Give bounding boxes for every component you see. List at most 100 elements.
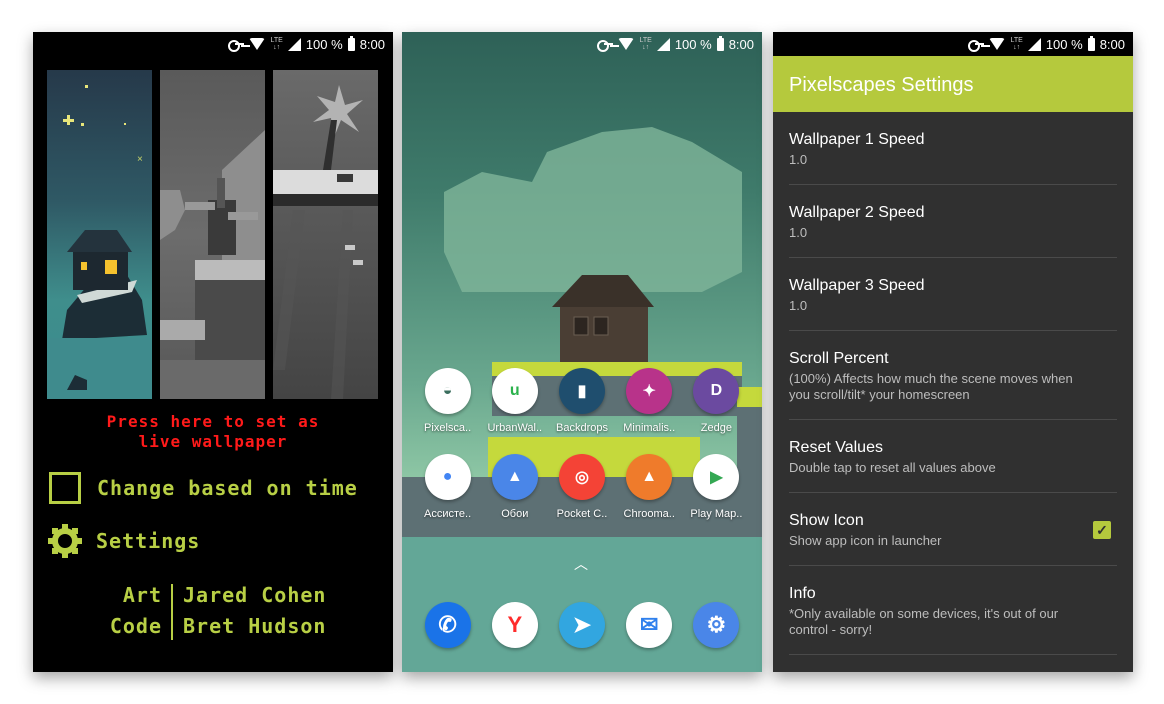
pixelscapes-icon: ◒ xyxy=(424,368,471,414)
windmill-preview[interactable] xyxy=(160,70,265,399)
cta-line-2: live wallpaper xyxy=(138,432,288,451)
windmill-art xyxy=(160,130,265,399)
pref-title: Wallpaper 3 Speed xyxy=(789,277,925,294)
night-island-art: × xyxy=(47,85,152,399)
home-screen: LTE ↓↑ 100 % 8:00 ◒ Pixelsca.. u UrbanWal.. ▮… xyxy=(402,32,762,672)
app-shortcut[interactable]: ● Ассисте.. xyxy=(414,454,481,520)
app-label: Pocket C.. xyxy=(556,508,608,520)
app-label: Pixelsca.. xyxy=(424,422,472,434)
assistant-icon: ● xyxy=(424,454,471,500)
settings-label: Settings xyxy=(96,529,201,553)
pref-summary: Show app icon in launcher xyxy=(789,533,942,548)
phone-icon[interactable]: ✆ xyxy=(424,602,471,648)
pref-show-icon[interactable]: Show Icon Show app icon in launcher ✓ xyxy=(789,493,1117,566)
pref-title: Show Icon xyxy=(789,512,864,529)
pref-summary: 1.0 xyxy=(789,152,808,167)
app-label: Play Map.. xyxy=(690,508,743,520)
night-island-preview[interactable]: × xyxy=(47,70,152,399)
app-shortcut[interactable]: ▲ Chrooma.. xyxy=(616,454,683,520)
pref-wallpaper-3-speed[interactable]: Wallpaper 3 Speed 1.0 xyxy=(789,258,1117,331)
app-shortcut[interactable]: ▶ Play Map.. xyxy=(683,454,750,520)
app-label: UrbanWal.. xyxy=(487,422,543,434)
status-bar: LTE ↓↑ 100 % 8:00 xyxy=(33,32,393,56)
app-bar: Pixelscapes Settings xyxy=(773,56,1133,112)
app-shortcut[interactable]: ✦ Minimalis.. xyxy=(616,368,683,434)
pocket-casts-icon: ◎ xyxy=(558,454,605,500)
lte-icon: LTE ↓↑ xyxy=(1010,37,1023,51)
lte-icon: LTE ↓↑ xyxy=(639,37,652,51)
battery-icon xyxy=(1087,35,1095,51)
palm-island-preview[interactable] xyxy=(273,70,378,399)
clock: 8:00 xyxy=(359,36,385,52)
credits-divider xyxy=(171,584,173,640)
chevron-up-icon[interactable]: ︿ xyxy=(574,554,588,574)
pref-wallpaper-2-speed[interactable]: Wallpaper 2 Speed 1.0 xyxy=(789,185,1117,258)
urbanwalls-icon: u xyxy=(491,368,538,414)
battery-percent: 100 % xyxy=(305,36,343,52)
status-bar: LTE ↓↑ 100 % 8:00 xyxy=(402,32,762,56)
gear-icon xyxy=(48,524,82,558)
pref-reset-values[interactable]: Reset Values Double tap to reset all val… xyxy=(789,420,1117,493)
pref-summary: (100%) Affects how much the scene moves … xyxy=(789,371,1073,402)
credit-name: Bret Hudson xyxy=(183,614,327,638)
battery-percent: 100 % xyxy=(674,36,712,52)
app-label: Обои xyxy=(501,508,529,520)
dock: ✆ Y ➤ ✉ ⚙ xyxy=(414,602,750,648)
wifi-icon xyxy=(618,38,635,50)
settings-button[interactable]: Settings xyxy=(48,524,200,558)
change-based-on-time-toggle[interactable]: Change based on time xyxy=(49,472,358,504)
svg-text:×: × xyxy=(137,154,143,165)
play-store-icon: ▶ xyxy=(693,454,740,500)
app-shortcut[interactable]: D Zedge xyxy=(683,368,750,434)
cta-line-1: Press here to set as xyxy=(106,412,320,431)
pref-wallpaper-1-speed[interactable]: Wallpaper 1 Speed 1.0 xyxy=(789,112,1117,185)
app-shortcut[interactable]: u UrbanWal.. xyxy=(481,368,548,434)
yandex-browser-icon[interactable]: Y xyxy=(491,602,538,648)
page-title: Pixelscapes Settings xyxy=(789,74,974,96)
signal-icon xyxy=(287,37,301,51)
credit-name: Jared Cohen xyxy=(183,583,327,607)
pref-title: Reset Values xyxy=(789,439,883,456)
checkmark-icon: ✓ xyxy=(1096,521,1108,538)
show-icon-checkbox[interactable]: ✓ xyxy=(1093,521,1111,539)
credit-role: Code xyxy=(109,614,162,638)
inbox-icon[interactable]: ✉ xyxy=(626,602,673,648)
app-shortcut[interactable]: ▮ Backdrops xyxy=(548,368,615,434)
telegram-icon[interactable]: ➤ xyxy=(558,602,605,648)
pref-scroll-percent[interactable]: Scroll Percent (100%) Affects how much t… xyxy=(789,331,1117,420)
palm-island-art xyxy=(273,85,378,399)
vpn-key-icon xyxy=(968,40,985,52)
minimalist-icon: ✦ xyxy=(626,368,673,414)
app-label: Chrooma.. xyxy=(623,508,675,520)
app-shortcut[interactable]: ◒ Pixelsca.. xyxy=(414,368,481,434)
settings-icon[interactable]: ⚙ xyxy=(693,602,740,648)
lte-icon: LTE ↓↑ xyxy=(270,37,283,51)
app-grid: ◒ Pixelsca.. u UrbanWal.. ▮ Backdrops ✦ Minimal… xyxy=(414,368,750,520)
app-shortcut[interactable]: ◎ Pocket C.. xyxy=(548,454,615,520)
pref-title: Wallpaper 1 Speed xyxy=(789,131,925,148)
status-bar: LTE ↓↑ 100 % 8:00 xyxy=(773,32,1133,56)
set-live-wallpaper-button[interactable]: Press here to set as live wallpaper xyxy=(33,412,393,452)
signal-icon xyxy=(1027,37,1041,51)
pref-title: Info xyxy=(789,585,816,602)
credit-role: Art xyxy=(122,583,162,607)
signal-icon xyxy=(656,37,670,51)
chrooma-icon: ▲ xyxy=(626,454,673,500)
preferences-list: Wallpaper 1 Speed 1.0 Wallpaper 2 Speed … xyxy=(789,112,1117,655)
live-wallpaper-scene xyxy=(402,127,762,672)
wallpaper-previews: × xyxy=(47,70,378,399)
pref-summary: Double tap to reset all values above xyxy=(789,460,996,475)
wallpapers-icon: ▲ xyxy=(491,454,538,500)
pref-info[interactable]: Info *Only available on some devices, it… xyxy=(789,566,1117,655)
pref-summary: 1.0 xyxy=(789,225,808,240)
app-shortcut[interactable]: ▲ Обои xyxy=(481,454,548,520)
credits: Art Jared Cohen Code Bret Hudson xyxy=(33,580,393,642)
app-label: Minimalis.. xyxy=(623,422,676,434)
pref-title: Wallpaper 2 Speed xyxy=(789,204,925,221)
vpn-key-icon xyxy=(597,40,614,52)
battery-percent: 100 % xyxy=(1045,36,1083,52)
app-label: Ассисте.. xyxy=(424,508,472,520)
change-based-on-time-checkbox[interactable] xyxy=(49,472,81,504)
app-label: Backdrops xyxy=(556,422,608,434)
battery-icon xyxy=(716,35,724,51)
